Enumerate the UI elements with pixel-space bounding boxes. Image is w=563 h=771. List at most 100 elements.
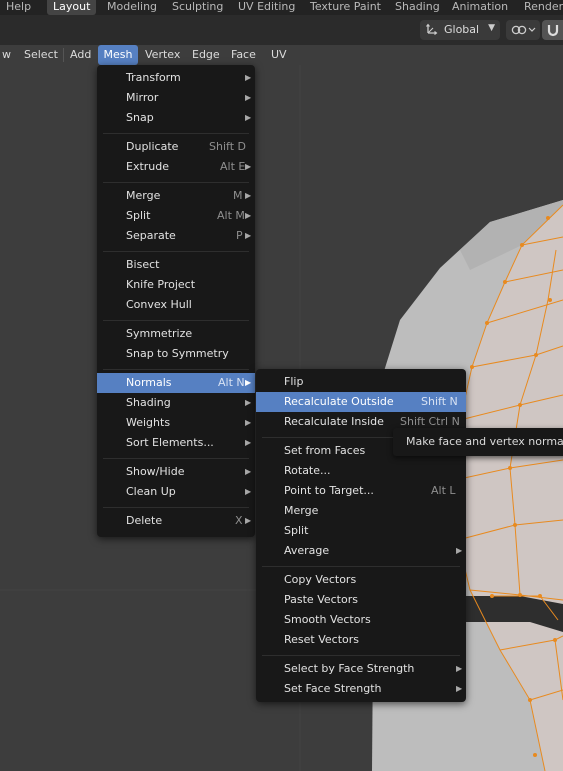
mesh-menu-knife-project[interactable]: Knife Project — [97, 275, 255, 295]
menu-item-label: Merge — [126, 189, 161, 202]
menu-item-label: Separate — [126, 229, 176, 242]
menu-item-label: Delete — [126, 514, 163, 527]
menu-face[interactable]: Face — [227, 45, 260, 65]
mesh-menu-split[interactable]: Split Alt M ▶ — [97, 206, 255, 226]
menu-item-label: Average — [284, 544, 330, 557]
menu-view[interactable]: w — [0, 45, 15, 65]
submenu-arrow-icon: ▶ — [245, 418, 252, 427]
menu-item-label: Transform — [126, 71, 181, 84]
submenu-arrow-icon: ▶ — [245, 211, 252, 220]
tab-layout[interactable]: Layout — [47, 0, 97, 15]
mesh-menu-separate[interactable]: Separate P ▶ — [97, 226, 255, 246]
snap-link-icon — [511, 25, 536, 35]
mesh-menu-transform[interactable]: Transform ▶ — [97, 68, 255, 88]
tab-animation[interactable]: Animation — [446, 0, 514, 15]
menu-item-label: Knife Project — [126, 278, 196, 291]
normals-copy-vectors[interactable]: Copy Vectors — [256, 570, 466, 590]
submenu-arrow-icon: ▶ — [245, 113, 252, 122]
shortcut-label: Shift D — [209, 140, 246, 153]
mesh-menu-weights[interactable]: Weights ▶ — [97, 413, 255, 433]
menu-item-label: Weights — [126, 416, 171, 429]
menu-item-label: Point to Target... — [284, 484, 374, 497]
mesh-menu-mirror[interactable]: Mirror ▶ — [97, 88, 255, 108]
submenu-arrow-icon: ▶ — [245, 487, 252, 496]
normals-point-to-target[interactable]: Point to Target... Alt L — [256, 481, 466, 501]
tab-texture-paint[interactable]: Texture Paint — [304, 0, 387, 15]
normals-merge[interactable]: Merge — [256, 501, 466, 521]
shortcut-label: Alt E — [220, 160, 246, 173]
submenu-arrow-icon: ▶ — [245, 191, 252, 200]
menu-item-label: Flip — [284, 375, 304, 388]
snap-target-button[interactable] — [506, 20, 540, 40]
transform-orientation-icon — [426, 23, 438, 35]
mesh-menu-shading[interactable]: Shading ▶ — [97, 393, 255, 413]
shortcut-label: Alt M — [217, 209, 245, 222]
menu-item-label: Normals — [126, 376, 172, 389]
mesh-menu-delete[interactable]: Delete X ▶ — [97, 511, 255, 531]
menu-select[interactable]: Select — [20, 45, 62, 65]
transform-orientation-dropdown[interactable]: Global ▼ — [420, 20, 500, 40]
menu-item-label: Split — [284, 524, 309, 537]
normals-split[interactable]: Split — [256, 521, 466, 541]
menu-help[interactable]: Help — [0, 0, 37, 15]
normals-flip[interactable]: Flip — [256, 372, 466, 392]
submenu-arrow-icon: ▶ — [245, 467, 252, 476]
menu-separator — [103, 458, 249, 459]
mesh-menu-extrude[interactable]: Extrude Alt E ▶ — [97, 157, 255, 177]
mesh-menu-show-hide[interactable]: Show/Hide ▶ — [97, 462, 255, 482]
mesh-menu-convex-hull[interactable]: Convex Hull — [97, 295, 255, 315]
shortcut-label: M — [233, 189, 243, 202]
tab-sculpting[interactable]: Sculpting — [166, 0, 229, 15]
mesh-menu-sort-elements[interactable]: Sort Elements... ▶ — [97, 433, 255, 453]
menu-edge[interactable]: Edge — [188, 45, 224, 65]
normals-average[interactable]: Average ▶ — [256, 541, 466, 561]
menu-separator — [103, 133, 249, 134]
menu-add[interactable]: Add — [66, 45, 95, 65]
mesh-menu-duplicate[interactable]: Duplicate Shift D — [97, 137, 255, 157]
magnet-icon — [547, 25, 559, 37]
mesh-menu-bisect[interactable]: Bisect — [97, 255, 255, 275]
submenu-arrow-icon: ▶ — [245, 378, 252, 387]
menu-item-label: Rotate... — [284, 464, 331, 477]
normals-select-by-face-strength[interactable]: Select by Face Strength ▶ — [256, 659, 466, 679]
normals-reset-vectors[interactable]: Reset Vectors — [256, 630, 466, 650]
menu-item-label: Smooth Vectors — [284, 613, 371, 626]
shortcut-label: Shift N — [421, 395, 458, 408]
menu-vertex[interactable]: Vertex — [141, 45, 184, 65]
normals-paste-vectors[interactable]: Paste Vectors — [256, 590, 466, 610]
normals-smooth-vectors[interactable]: Smooth Vectors — [256, 610, 466, 630]
menu-item-label: Reset Vectors — [284, 633, 360, 646]
mesh-menu-snap-to-symmetry[interactable]: Snap to Symmetry — [97, 344, 255, 364]
normals-rotate[interactable]: Rotate... — [256, 461, 466, 481]
mesh-menu-normals[interactable]: Normals Alt N ▶ — [97, 373, 255, 393]
normals-submenu: Flip Recalculate Outside Shift N Recalcul… — [256, 369, 466, 702]
mesh-menu-snap[interactable]: Snap ▶ — [97, 108, 255, 128]
menu-item-label: Merge — [284, 504, 319, 517]
menu-item-label: Recalculate Inside — [284, 415, 384, 428]
shortcut-label: Alt N — [218, 376, 245, 389]
tab-rendering[interactable]: Renderi — [518, 0, 563, 15]
snap-toggle-button[interactable] — [542, 20, 563, 40]
menu-item-label: Bisect — [126, 258, 160, 271]
menu-mesh[interactable]: Mesh — [98, 45, 138, 65]
menubar-divider — [63, 48, 64, 62]
menu-uv[interactable]: UV — [267, 45, 291, 65]
submenu-arrow-icon: ▶ — [245, 162, 252, 171]
normals-recalculate-outside[interactable]: Recalculate Outside Shift N — [256, 392, 466, 412]
menu-item-label: Convex Hull — [126, 298, 192, 311]
normals-set-face-strength[interactable]: Set Face Strength ▶ — [256, 679, 466, 699]
tab-uv-editing[interactable]: UV Editing — [232, 0, 301, 15]
menu-item-label: Symmetrize — [126, 327, 193, 340]
editor-menubar: w Select Add Mesh Vertex Edge Face UV — [0, 45, 300, 65]
tab-modeling[interactable]: Modeling — [101, 0, 163, 15]
menu-item-label: Split — [126, 209, 151, 222]
mesh-menu-symmetrize[interactable]: Symmetrize — [97, 324, 255, 344]
mesh-menu-clean-up[interactable]: Clean Up ▶ — [97, 482, 255, 502]
submenu-arrow-icon: ▶ — [245, 73, 252, 82]
menu-item-label: Copy Vectors — [284, 573, 357, 586]
mesh-menu-merge[interactable]: Merge M ▶ — [97, 186, 255, 206]
tab-shading[interactable]: Shading — [389, 0, 446, 15]
menu-item-label: Paste Vectors — [284, 593, 358, 606]
menu-separator — [103, 369, 249, 370]
menu-separator — [103, 182, 249, 183]
